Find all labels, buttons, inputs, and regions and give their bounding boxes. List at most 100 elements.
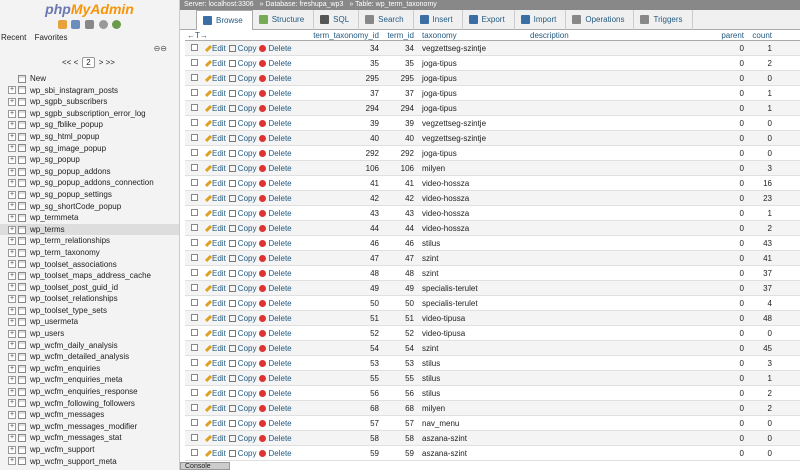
- cell-parent[interactable]: 0: [716, 224, 744, 233]
- col-description[interactable]: description: [530, 31, 716, 40]
- cell-term-id[interactable]: 43: [383, 209, 418, 218]
- cell-parent[interactable]: 0: [716, 74, 744, 83]
- cell-count[interactable]: 0: [744, 74, 776, 83]
- cell-taxonomy[interactable]: video-hossza: [418, 179, 530, 188]
- console-button[interactable]: Console: [180, 462, 230, 470]
- edit-button[interactable]: Edit: [204, 59, 226, 68]
- copy-button[interactable]: Copy: [228, 389, 256, 398]
- sidebar-table-item[interactable]: + wp_toolset_relationships: [0, 293, 179, 305]
- col-taxonomy[interactable]: taxonomy: [418, 31, 530, 40]
- copy-button[interactable]: Copy: [228, 74, 256, 83]
- copy-button[interactable]: Copy: [228, 359, 256, 368]
- cell-count[interactable]: 43: [744, 239, 776, 248]
- copy-button[interactable]: Copy: [228, 134, 256, 143]
- edit-button[interactable]: Edit: [204, 254, 226, 263]
- expand-icon[interactable]: +: [8, 387, 16, 396]
- sidebar-table-item[interactable]: + wp_termmeta: [0, 212, 179, 224]
- copy-button[interactable]: Copy: [228, 269, 256, 278]
- delete-button[interactable]: Delete: [259, 284, 292, 293]
- copy-button[interactable]: Copy: [228, 419, 256, 428]
- cell-term-id[interactable]: 68: [383, 404, 418, 413]
- cell-term-id[interactable]: 44: [383, 224, 418, 233]
- sidebar-table-item[interactable]: + wp_wcfm_detailed_analysis: [0, 351, 179, 363]
- expand-icon[interactable]: +: [8, 155, 16, 164]
- cell-term-taxonomy-id[interactable]: 106: [303, 164, 383, 173]
- expand-icon[interactable]: +: [8, 341, 16, 350]
- cell-term-id[interactable]: 295: [383, 74, 418, 83]
- cell-count[interactable]: 1: [744, 374, 776, 383]
- copy-button[interactable]: Copy: [228, 209, 256, 218]
- edit-button[interactable]: Edit: [204, 359, 226, 368]
- cell-parent[interactable]: 0: [716, 434, 744, 443]
- cell-term-id[interactable]: 51: [383, 314, 418, 323]
- cell-parent[interactable]: 0: [716, 44, 744, 53]
- tab-sql[interactable]: SQL: [314, 9, 360, 30]
- row-checkbox[interactable]: [185, 73, 203, 83]
- delete-button[interactable]: Delete: [259, 209, 292, 218]
- cell-term-taxonomy-id[interactable]: 51: [303, 314, 383, 323]
- cell-parent[interactable]: 0: [716, 104, 744, 113]
- cell-count[interactable]: 0: [744, 149, 776, 158]
- delete-button[interactable]: Delete: [259, 89, 292, 98]
- breadcrumb-server[interactable]: Server: localhost:3306: [184, 1, 254, 8]
- sidebar-table-item[interactable]: + wp_wcfm_enquiries: [0, 363, 179, 375]
- col-term-id[interactable]: term_id: [383, 31, 418, 40]
- pager-next[interactable]: > >>: [99, 58, 115, 67]
- copy-button[interactable]: Copy: [228, 164, 256, 173]
- copy-button[interactable]: Copy: [228, 314, 256, 323]
- arrow-icon[interactable]: ←T→: [185, 31, 303, 40]
- copy-button[interactable]: Copy: [228, 44, 256, 53]
- delete-button[interactable]: Delete: [259, 299, 292, 308]
- delete-button[interactable]: Delete: [259, 44, 292, 53]
- cell-taxonomy[interactable]: aszana-szint: [418, 449, 530, 458]
- edit-button[interactable]: Edit: [204, 419, 226, 428]
- row-checkbox[interactable]: [185, 448, 203, 458]
- cell-term-id[interactable]: 42: [383, 194, 418, 203]
- cell-count[interactable]: 0: [744, 434, 776, 443]
- expand-icon[interactable]: +: [8, 237, 16, 246]
- delete-button[interactable]: Delete: [259, 164, 292, 173]
- copy-button[interactable]: Copy: [228, 224, 256, 233]
- pager-prev[interactable]: << <: [62, 58, 78, 67]
- delete-button[interactable]: Delete: [259, 329, 292, 338]
- cell-taxonomy[interactable]: joga-tipus: [418, 149, 530, 158]
- cell-parent[interactable]: 0: [716, 194, 744, 203]
- expand-icon[interactable]: +: [8, 271, 16, 280]
- cell-parent[interactable]: 0: [716, 299, 744, 308]
- cell-term-taxonomy-id[interactable]: 292: [303, 149, 383, 158]
- expand-icon[interactable]: +: [8, 132, 16, 141]
- cell-taxonomy[interactable]: specialis-terulet: [418, 284, 530, 293]
- cell-count[interactable]: 37: [744, 269, 776, 278]
- sidebar-table-item[interactable]: + wp_toolset_associations: [0, 259, 179, 271]
- expand-icon[interactable]: +: [8, 283, 16, 292]
- edit-button[interactable]: Edit: [204, 74, 226, 83]
- tab-search[interactable]: Search: [359, 9, 414, 30]
- cell-term-taxonomy-id[interactable]: 58: [303, 434, 383, 443]
- cell-parent[interactable]: 0: [716, 344, 744, 353]
- copy-button[interactable]: Copy: [228, 104, 256, 113]
- cell-term-taxonomy-id[interactable]: 68: [303, 404, 383, 413]
- edit-button[interactable]: Edit: [204, 344, 226, 353]
- delete-button[interactable]: Delete: [259, 374, 292, 383]
- cell-term-taxonomy-id[interactable]: 44: [303, 224, 383, 233]
- row-checkbox[interactable]: [185, 268, 203, 278]
- edit-button[interactable]: Edit: [204, 314, 226, 323]
- row-checkbox[interactable]: [185, 88, 203, 98]
- sidebar-table-item[interactable]: + wp_sg_image_popup: [0, 143, 179, 155]
- copy-button[interactable]: Copy: [228, 329, 256, 338]
- delete-button[interactable]: Delete: [259, 239, 292, 248]
- col-parent[interactable]: parent: [716, 31, 744, 40]
- edit-button[interactable]: Edit: [204, 404, 226, 413]
- row-checkbox[interactable]: [185, 418, 203, 428]
- phpmyadmin-logo[interactable]: phpMyAdmin: [0, 0, 179, 18]
- cell-term-id[interactable]: 40: [383, 134, 418, 143]
- cell-term-taxonomy-id[interactable]: 35: [303, 59, 383, 68]
- edit-button[interactable]: Edit: [204, 89, 226, 98]
- row-checkbox[interactable]: [185, 253, 203, 263]
- cell-term-taxonomy-id[interactable]: 294: [303, 104, 383, 113]
- copy-button[interactable]: Copy: [228, 299, 256, 308]
- cell-taxonomy[interactable]: stilus: [418, 239, 530, 248]
- cell-taxonomy[interactable]: video-hossza: [418, 209, 530, 218]
- cell-taxonomy[interactable]: vegzettseg-szintje: [418, 134, 530, 143]
- row-checkbox[interactable]: [185, 403, 203, 413]
